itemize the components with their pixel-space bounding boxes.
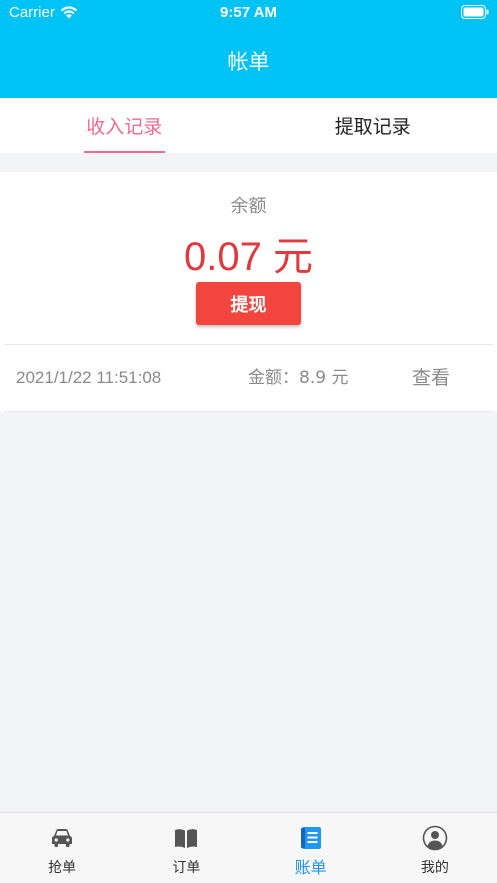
header-bar: Carrier 9:57 AM 帐单 xyxy=(0,0,497,98)
view-button[interactable]: 查看 xyxy=(412,345,450,411)
tab-income-label: 收入记录 xyxy=(86,116,163,138)
car-icon xyxy=(52,829,73,847)
tabbar-label: 订单 xyxy=(172,860,201,876)
tabbar-label: 我的 xyxy=(420,860,449,876)
tabbar-item-bill[interactable]: 账单 xyxy=(249,813,373,883)
tab-income-records[interactable]: 收入记录 xyxy=(0,98,249,153)
tab-active-indicator xyxy=(84,151,165,153)
balance-label: 余额 xyxy=(230,196,267,217)
table-row: 2021/1/22 11:51:08 金额：8.9 元 查看 xyxy=(0,345,497,411)
bill-icon xyxy=(300,827,321,849)
record-datetime: 2021/1/22 11:51:08 xyxy=(16,368,162,387)
tab-withdraw-records[interactable]: 提取记录 xyxy=(249,98,497,153)
book-icon xyxy=(175,829,198,848)
record-tabs: 收入记录 提取记录 xyxy=(0,98,497,153)
bill-page: Carrier 9:57 AM 帐单 收入记录 提取记录 余额 0.07 元 提… xyxy=(0,0,497,883)
tabbar-item-orders[interactable]: 订单 xyxy=(124,813,248,883)
withdraw-button[interactable]: 提现 xyxy=(196,282,301,325)
divider xyxy=(4,411,493,412)
status-bar: Carrier 9:57 AM xyxy=(0,0,497,26)
tabbar-label: 账单 xyxy=(294,858,327,877)
tabbar-item-mine[interactable]: 我的 xyxy=(373,813,497,883)
bottom-tab-bar: 抢单 订单 账单 我的 xyxy=(0,812,497,883)
tabbar-label: 抢单 xyxy=(48,860,77,876)
tab-withdraw-label: 提取记录 xyxy=(334,116,411,138)
battery-icon xyxy=(461,5,489,19)
user-icon xyxy=(422,825,448,851)
balance-amount: 0.07 元 xyxy=(184,235,313,279)
balance-card: 余额 0.07 元 提现 2021/1/22 11:51:08 金额：8.9 元… xyxy=(0,172,497,412)
tabbar-item-grab-order[interactable]: 抢单 xyxy=(0,813,124,883)
status-time: 9:57 AM xyxy=(220,4,277,21)
record-amount: 金额：8.9 元 xyxy=(248,368,349,388)
page-title: 帐单 xyxy=(227,50,270,74)
